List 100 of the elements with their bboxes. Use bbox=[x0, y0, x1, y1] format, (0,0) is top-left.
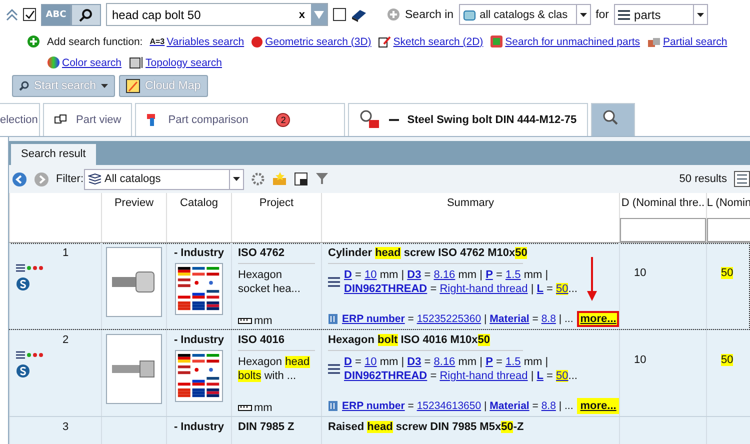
l-value: 50 bbox=[721, 267, 734, 279]
value-link[interactable]: 50 bbox=[556, 370, 568, 382]
project-name: DIN 7985 Z bbox=[238, 421, 296, 433]
separator: | bbox=[545, 356, 548, 368]
value-link[interactable]: 15235225360 bbox=[416, 313, 482, 325]
filter-dropdown[interactable]: All catalogs bbox=[84, 168, 244, 190]
equals-sign: = bbox=[532, 400, 538, 412]
parameter-link[interactable]: Material bbox=[490, 313, 530, 325]
part-title: Hexagon bolt ISO 4016 M10x50 bbox=[328, 334, 492, 346]
l-value: 50 bbox=[721, 354, 734, 366]
part-title: Cylinder head screw ISO 4762 M10x50 bbox=[328, 247, 528, 259]
catalog-name: - Industry bbox=[174, 421, 224, 433]
search-function-link[interactable]: Geometric search (3D) bbox=[251, 36, 372, 48]
more-link[interactable]: more... bbox=[577, 398, 620, 414]
result-row[interactable]: 3 - Industry DIN 7985 Z Raised head screw DIN 7985 M5x50-Z bbox=[9, 417, 750, 444]
equals-sign: = bbox=[430, 283, 437, 295]
equals-sign: = bbox=[355, 269, 362, 281]
ellipsis: ... bbox=[564, 313, 574, 325]
column-header[interactable]: D (Nominal thre.. bbox=[621, 197, 705, 209]
result-count: 50 results bbox=[679, 173, 727, 185]
separator: | bbox=[530, 370, 534, 382]
value-link[interactable]: 8.8 bbox=[541, 313, 556, 325]
column-header[interactable]: Preview bbox=[114, 197, 154, 209]
project-name: ISO 4016 bbox=[238, 334, 286, 346]
parameter-link[interactable]: Material bbox=[490, 400, 530, 412]
add-search-function-label: Add search function: bbox=[47, 36, 143, 48]
separator: | bbox=[480, 356, 482, 368]
clear-button[interactable]: x bbox=[292, 8, 311, 20]
value-link[interactable]: 15234613650 bbox=[416, 400, 482, 412]
d-value: 10 bbox=[634, 267, 646, 279]
project-description: Hexagon head bolts with ... bbox=[238, 355, 311, 383]
equals-sign: = bbox=[430, 370, 437, 382]
search-function-link[interactable]: Topology search bbox=[128, 56, 222, 69]
separator: | bbox=[484, 313, 487, 325]
search-in-label: Search in bbox=[405, 8, 454, 20]
value-link[interactable]: Right-hand thread bbox=[440, 283, 528, 295]
parameter-link[interactable]: DIN962THREAD bbox=[344, 370, 428, 382]
search-field[interactable]: head cap bolt 50 x bbox=[106, 3, 328, 26]
parameter-link[interactable]: D bbox=[344, 356, 352, 368]
parameter-link[interactable]: L bbox=[536, 283, 544, 295]
column-header[interactable]: Project bbox=[259, 197, 294, 209]
equals-sign: = bbox=[408, 400, 414, 412]
tab[interactable]: election bbox=[0, 103, 40, 136]
value-link[interactable]: 1.5 bbox=[505, 269, 521, 281]
catalog-name: - Industry bbox=[174, 334, 224, 346]
equals-sign: = bbox=[424, 356, 431, 368]
equals-sign: = bbox=[546, 283, 553, 295]
value-link[interactable]: 50 bbox=[556, 283, 568, 295]
tab[interactable]: Part comparison 2 bbox=[135, 103, 346, 136]
separator: | bbox=[558, 313, 562, 325]
equals-sign: = bbox=[496, 356, 502, 368]
parameter-link[interactable]: P bbox=[486, 269, 493, 281]
unit-label: mm bbox=[254, 315, 272, 327]
search-function-link[interactable]: Color search bbox=[47, 56, 122, 69]
catalog-dropdown[interactable]: all catalogs & clas bbox=[458, 4, 591, 25]
separator: | bbox=[484, 400, 487, 412]
parameter-link[interactable]: D3 bbox=[407, 269, 422, 281]
column-header[interactable]: Catalog bbox=[180, 197, 218, 209]
parameter-link[interactable]: D bbox=[344, 269, 352, 281]
value-link[interactable]: Right-hand thread bbox=[440, 370, 528, 382]
for-label: for bbox=[596, 8, 610, 20]
value-link[interactable]: 10 bbox=[364, 356, 377, 368]
search-result-tab[interactable]: Search result bbox=[11, 144, 96, 165]
separator: | bbox=[401, 269, 404, 281]
parameter-link[interactable]: L bbox=[536, 370, 544, 382]
search-function-link[interactable]: A=3 Variables search bbox=[150, 36, 244, 48]
equals-sign: = bbox=[408, 313, 414, 325]
search-function-link[interactable]: Partial search bbox=[646, 36, 728, 48]
more-link[interactable]: more... bbox=[577, 311, 620, 327]
tab[interactable]: Part view bbox=[43, 103, 132, 136]
separator: | bbox=[545, 269, 548, 281]
equals-sign: = bbox=[546, 370, 553, 382]
unit-label: mm bbox=[524, 269, 542, 281]
row-number: 1 bbox=[62, 247, 69, 259]
column-header[interactable]: Summary bbox=[446, 197, 494, 209]
search-function-link[interactable]: Sketch search (2D) bbox=[378, 35, 484, 48]
value-link[interactable]: 8.16 bbox=[434, 356, 456, 368]
equals-sign: = bbox=[532, 313, 538, 325]
type-dropdown[interactable]: parts bbox=[614, 4, 708, 25]
parameter-link[interactable]: ERP number bbox=[342, 313, 405, 325]
value-link[interactable]: 8.8 bbox=[541, 400, 556, 412]
column-header[interactable]: L (Nomin bbox=[707, 197, 750, 209]
project-description: Hexagon socket hea... bbox=[238, 268, 302, 296]
parameter-link[interactable]: D3 bbox=[407, 356, 422, 368]
d-value: 10 bbox=[634, 354, 646, 366]
ellipsis: ... bbox=[568, 370, 578, 382]
value-link[interactable]: 10 bbox=[364, 269, 377, 281]
equals-sign: = bbox=[496, 269, 502, 281]
parameter-link[interactable]: P bbox=[486, 356, 493, 368]
equals-sign: = bbox=[424, 269, 431, 281]
search-function-link[interactable]: Search for unmachined parts bbox=[490, 35, 640, 48]
value-link[interactable]: 1.5 bbox=[505, 356, 521, 368]
parameter-link[interactable]: DIN962THREAD bbox=[344, 283, 428, 295]
unit-label: mm bbox=[458, 356, 477, 368]
row-number: 2 bbox=[62, 334, 69, 346]
value-link[interactable]: 8.16 bbox=[434, 269, 456, 281]
filter-label: Filter: bbox=[56, 173, 84, 185]
parameter-link[interactable]: ERP number bbox=[342, 400, 405, 412]
tab[interactable]: Steel Swing bolt DIN 444-M12-75 bbox=[348, 103, 588, 136]
project-name: ISO 4762 bbox=[238, 247, 286, 259]
